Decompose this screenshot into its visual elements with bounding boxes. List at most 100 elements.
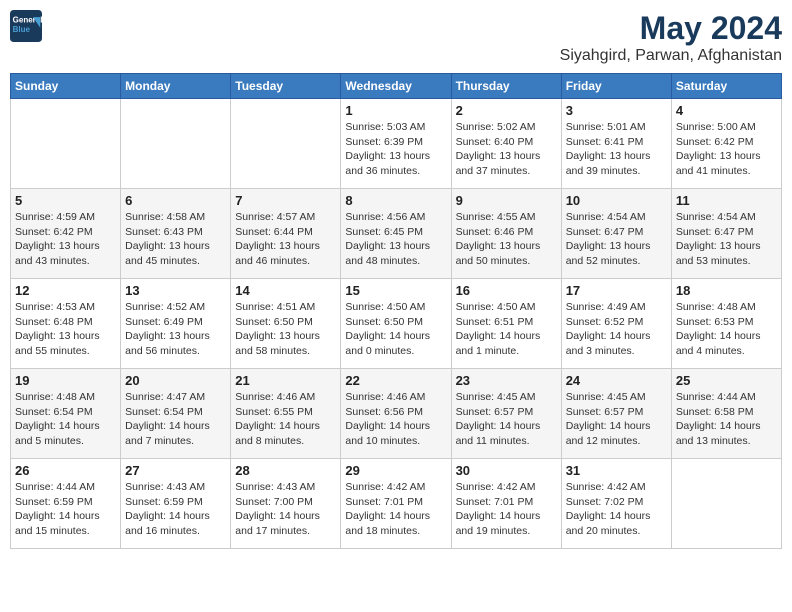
logo: General Blue	[10, 10, 42, 42]
day-number: 11	[676, 193, 777, 208]
calendar-week-row: 12Sunrise: 4:53 AM Sunset: 6:48 PM Dayli…	[11, 279, 782, 369]
day-number: 17	[566, 283, 667, 298]
day-info: Sunrise: 4:46 AM Sunset: 6:56 PM Dayligh…	[345, 390, 446, 449]
title-block: May 2024 Siyahgird, Parwan, Afghanistan	[560, 10, 782, 65]
calendar-day-cell: 19 Sunrise: 4:48 AM Sunset: 6:54 PM Dayli…	[11, 369, 121, 459]
calendar-day-cell	[11, 99, 121, 189]
day-number: 21	[235, 373, 336, 388]
day-number: 3	[566, 103, 667, 118]
day-info: Sunrise: 4:50 AM Sunset: 6:51 PM Dayligh…	[456, 300, 557, 359]
day-info: Sunrise: 4:43 AM Sunset: 7:00 PM Dayligh…	[235, 480, 336, 539]
weekday-header: Wednesday	[341, 74, 451, 99]
day-number: 28	[235, 463, 336, 478]
day-info: Sunrise: 4:46 AM Sunset: 6:55 PM Dayligh…	[235, 390, 336, 449]
calendar-day-cell: 10 Sunrise: 4:54 AM Sunset: 6:47 PM Dayli…	[561, 189, 671, 279]
day-number: 31	[566, 463, 667, 478]
day-number: 6	[125, 193, 226, 208]
day-number: 26	[15, 463, 116, 478]
day-number: 5	[15, 193, 116, 208]
day-number: 9	[456, 193, 557, 208]
calendar-day-cell: 24Sunrise: 4:45 AM Sunset: 6:57 PM Dayli…	[561, 369, 671, 459]
day-info: Sunrise: 4:53 AM Sunset: 6:48 PM Dayligh…	[15, 300, 116, 359]
day-info: Sunrise: 4:45 AM Sunset: 6:57 PM Dayligh…	[566, 390, 667, 449]
logo-icon: General Blue	[10, 10, 42, 42]
subtitle: Siyahgird, Parwan, Afghanistan	[560, 47, 782, 65]
day-info: Sunrise: 4:42 AM Sunset: 7:01 PM Dayligh…	[345, 480, 446, 539]
calendar-day-cell: 18 Sunrise: 4:48 AM Sunset: 6:53 PM Dayli…	[671, 279, 781, 369]
day-number: 10	[566, 193, 667, 208]
weekday-header: Saturday	[671, 74, 781, 99]
calendar-day-cell	[671, 459, 781, 549]
day-info: Sunrise: 5:03 AM Sunset: 6:39 PM Dayligh…	[345, 120, 446, 179]
day-info: Sunrise: 4:52 AM Sunset: 6:49 PM Dayligh…	[125, 300, 226, 359]
day-number: 30	[456, 463, 557, 478]
day-info: Sunrise: 4:49 AM Sunset: 6:52 PM Dayligh…	[566, 300, 667, 359]
calendar-week-row: 5 Sunrise: 4:59 AM Sunset: 6:42 PM Daylig…	[11, 189, 782, 279]
day-number: 7	[235, 193, 336, 208]
day-info: Sunrise: 4:57 AM Sunset: 6:44 PM Dayligh…	[235, 210, 336, 269]
day-info: Sunrise: 4:45 AM Sunset: 6:57 PM Dayligh…	[456, 390, 557, 449]
calendar-day-cell: 22 Sunrise: 4:46 AM Sunset: 6:56 PM Dayli…	[341, 369, 451, 459]
weekday-header: Tuesday	[231, 74, 341, 99]
day-info: Sunrise: 5:01 AM Sunset: 6:41 PM Dayligh…	[566, 120, 667, 179]
calendar-day-cell: 28 Sunrise: 4:43 AM Sunset: 7:00 PM Dayli…	[231, 459, 341, 549]
calendar-header-row: SundayMondayTuesdayWednesdayThursdayFrid…	[11, 74, 782, 99]
calendar-day-cell: 12Sunrise: 4:53 AM Sunset: 6:48 PM Dayli…	[11, 279, 121, 369]
calendar-day-cell: 7 Sunrise: 4:57 AM Sunset: 6:44 PM Daylig…	[231, 189, 341, 279]
day-number: 8	[345, 193, 446, 208]
day-info: Sunrise: 4:54 AM Sunset: 6:47 PM Dayligh…	[566, 210, 667, 269]
day-number: 19	[15, 373, 116, 388]
day-info: Sunrise: 4:58 AM Sunset: 6:43 PM Dayligh…	[125, 210, 226, 269]
day-number: 1	[345, 103, 446, 118]
day-info: Sunrise: 4:50 AM Sunset: 6:50 PM Dayligh…	[345, 300, 446, 359]
day-number: 22	[345, 373, 446, 388]
calendar-day-cell: 14Sunrise: 4:51 AM Sunset: 6:50 PM Dayli…	[231, 279, 341, 369]
calendar-day-cell: 21 Sunrise: 4:46 AM Sunset: 6:55 PM Dayli…	[231, 369, 341, 459]
day-info: Sunrise: 4:51 AM Sunset: 6:50 PM Dayligh…	[235, 300, 336, 359]
calendar-day-cell: 29Sunrise: 4:42 AM Sunset: 7:01 PM Dayli…	[341, 459, 451, 549]
weekday-header: Sunday	[11, 74, 121, 99]
weekday-header: Monday	[121, 74, 231, 99]
day-info: Sunrise: 4:42 AM Sunset: 7:01 PM Dayligh…	[456, 480, 557, 539]
calendar-day-cell: 25Sunrise: 4:44 AM Sunset: 6:58 PM Dayli…	[671, 369, 781, 459]
calendar-table: SundayMondayTuesdayWednesdayThursdayFrid…	[10, 73, 782, 549]
calendar-day-cell: 30 Sunrise: 4:42 AM Sunset: 7:01 PM Dayli…	[451, 459, 561, 549]
day-number: 20	[125, 373, 226, 388]
calendar-week-row: 19 Sunrise: 4:48 AM Sunset: 6:54 PM Dayli…	[11, 369, 782, 459]
day-info: Sunrise: 4:44 AM Sunset: 6:59 PM Dayligh…	[15, 480, 116, 539]
day-number: 15	[345, 283, 446, 298]
calendar-day-cell: 6 Sunrise: 4:58 AM Sunset: 6:43 PM Daylig…	[121, 189, 231, 279]
calendar-day-cell: 1 Sunrise: 5:03 AM Sunset: 6:39 PM Daylig…	[341, 99, 451, 189]
day-number: 13	[125, 283, 226, 298]
calendar-day-cell: 26 Sunrise: 4:44 AM Sunset: 6:59 PM Dayli…	[11, 459, 121, 549]
day-info: Sunrise: 4:44 AM Sunset: 6:58 PM Dayligh…	[676, 390, 777, 449]
calendar-day-cell: 11Sunrise: 4:54 AM Sunset: 6:47 PM Dayli…	[671, 189, 781, 279]
day-number: 2	[456, 103, 557, 118]
calendar-day-cell: 16 Sunrise: 4:50 AM Sunset: 6:51 PM Dayli…	[451, 279, 561, 369]
svg-text:Blue: Blue	[13, 25, 31, 34]
day-info: Sunrise: 4:48 AM Sunset: 6:54 PM Dayligh…	[15, 390, 116, 449]
calendar-day-cell: 5 Sunrise: 4:59 AM Sunset: 6:42 PM Daylig…	[11, 189, 121, 279]
weekday-header: Thursday	[451, 74, 561, 99]
calendar-day-cell	[121, 99, 231, 189]
page-header: General Blue May 2024 Siyahgird, Parwan,…	[10, 10, 782, 65]
main-title: May 2024	[560, 10, 782, 47]
day-number: 18	[676, 283, 777, 298]
day-info: Sunrise: 4:59 AM Sunset: 6:42 PM Dayligh…	[15, 210, 116, 269]
day-number: 4	[676, 103, 777, 118]
day-info: Sunrise: 4:48 AM Sunset: 6:53 PM Dayligh…	[676, 300, 777, 359]
calendar-day-cell: 8Sunrise: 4:56 AM Sunset: 6:45 PM Daylig…	[341, 189, 451, 279]
calendar-day-cell: 20Sunrise: 4:47 AM Sunset: 6:54 PM Dayli…	[121, 369, 231, 459]
day-number: 16	[456, 283, 557, 298]
day-number: 23	[456, 373, 557, 388]
calendar-day-cell: 27 Sunrise: 4:43 AM Sunset: 6:59 PM Dayli…	[121, 459, 231, 549]
calendar-day-cell: 31Sunrise: 4:42 AM Sunset: 7:02 PM Dayli…	[561, 459, 671, 549]
day-info: Sunrise: 5:00 AM Sunset: 6:42 PM Dayligh…	[676, 120, 777, 179]
calendar-day-cell	[231, 99, 341, 189]
day-info: Sunrise: 5:02 AM Sunset: 6:40 PM Dayligh…	[456, 120, 557, 179]
day-number: 27	[125, 463, 226, 478]
calendar-day-cell: 17 Sunrise: 4:49 AM Sunset: 6:52 PM Dayli…	[561, 279, 671, 369]
weekday-header: Friday	[561, 74, 671, 99]
day-info: Sunrise: 4:43 AM Sunset: 6:59 PM Dayligh…	[125, 480, 226, 539]
calendar-day-cell: 23 Sunrise: 4:45 AM Sunset: 6:57 PM Dayli…	[451, 369, 561, 459]
